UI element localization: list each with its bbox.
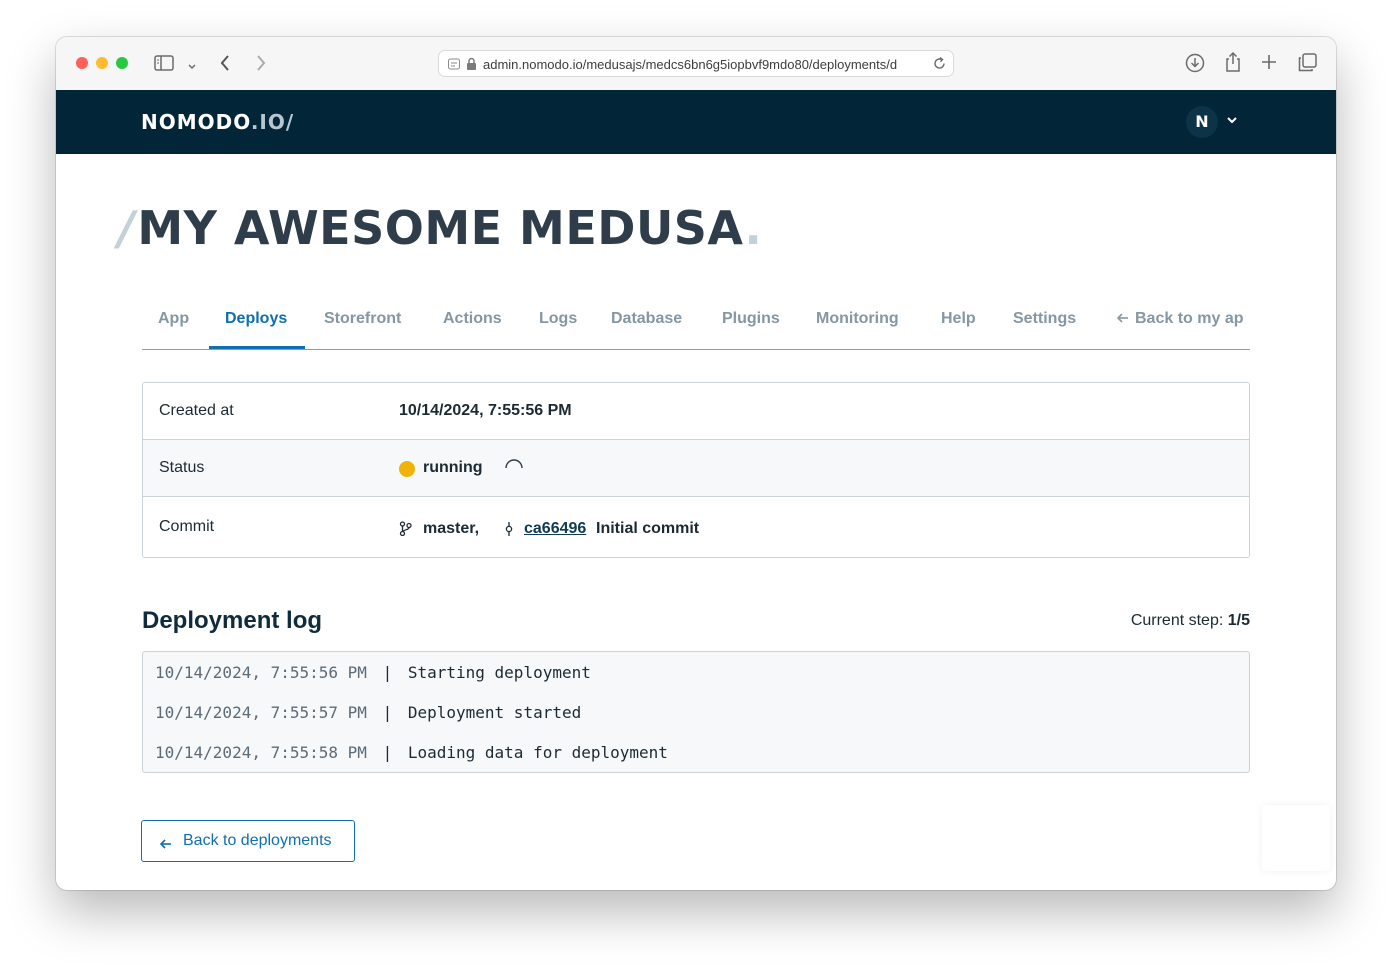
commit-row: Commit master, ca66496 Initial commit [143, 497, 1249, 557]
avatar[interactable]: N [1186, 106, 1218, 138]
new-tab-icon[interactable] [1261, 54, 1277, 75]
commit-label: Commit [159, 518, 215, 535]
log-line: 10/14/2024, 7:55:57 PM | Deployment star… [155, 703, 581, 722]
arrow-left-icon [1116, 310, 1129, 328]
current-step: Current step: 1/5 [1131, 612, 1250, 630]
browser-toolbar: admin.nomodo.io/medusajs/medcs6bn6g5iopb… [56, 37, 1336, 91]
download-icon[interactable] [1185, 53, 1205, 78]
tab-storefront[interactable]: Storefront [324, 310, 401, 328]
tab-back-to-apps[interactable]: Back to my ap [1116, 310, 1244, 328]
active-tab-indicator [209, 346, 305, 349]
log-timestamp: 10/14/2024, 7:55:57 PM [155, 703, 367, 722]
tab-monitoring[interactable]: Monitoring [816, 310, 899, 328]
chevron-down-icon[interactable] [1226, 112, 1238, 130]
log-separator: | [382, 663, 393, 682]
log-timestamp: 10/14/2024, 7:55:58 PM [155, 743, 367, 762]
deployment-log: 10/14/2024, 7:55:56 PM | Starting deploy… [142, 651, 1250, 773]
commit-icon [503, 521, 515, 542]
tab-settings[interactable]: Settings [1013, 310, 1076, 328]
floating-widget [1262, 805, 1330, 871]
status-dot [399, 461, 415, 477]
minimize-window-button[interactable] [96, 57, 108, 69]
branch-icon [399, 521, 412, 541]
deployment-details: Created at 10/14/2024, 7:55:56 PM Status… [142, 382, 1250, 558]
chevron-down-icon[interactable] [187, 58, 197, 76]
created-at-row: Created at 10/14/2024, 7:55:56 PM [143, 383, 1249, 440]
current-step-value: 1/5 [1227, 612, 1250, 629]
current-step-label: Current step: [1130, 612, 1224, 629]
tab-app[interactable]: App [158, 310, 189, 328]
loading-spinner-icon [503, 457, 525, 484]
tab-overview-icon[interactable] [1298, 53, 1317, 77]
log-separator: | [382, 743, 393, 762]
browser-window: admin.nomodo.io/medusajs/medcs6bn6g5iopb… [56, 37, 1336, 890]
forward-nav-icon[interactable] [255, 54, 267, 77]
log-separator: | [382, 703, 393, 722]
back-to-deployments-label: Back to deployments [183, 832, 332, 849]
tab-database[interactable]: Database [611, 310, 682, 328]
app-tabs: App Deploys Storefront Actions Logs Data… [142, 292, 1250, 350]
page-settings-icon[interactable] [447, 57, 461, 76]
share-icon[interactable] [1224, 51, 1242, 78]
url-text: admin.nomodo.io/medusajs/medcs6bn6g5iopb… [483, 57, 898, 72]
maximize-window-button[interactable] [116, 57, 128, 69]
reload-icon[interactable] [932, 56, 947, 76]
sidebar-toggle-icon[interactable] [154, 55, 174, 76]
commit-hash-link[interactable]: ca66496 [524, 520, 586, 538]
log-message: Loading data for deployment [407, 743, 668, 762]
close-window-button[interactable] [76, 57, 88, 69]
log-message: Deployment started [407, 703, 582, 722]
log-line: 10/14/2024, 7:55:58 PM | Loading data fo… [155, 743, 668, 762]
status-value: running [423, 459, 483, 476]
arrow-left-icon [159, 836, 172, 854]
log-timestamp: 10/14/2024, 7:55:56 PM [155, 663, 367, 682]
deployment-log-title: Deployment log [142, 607, 323, 634]
log-line: 10/14/2024, 7:55:56 PM | Starting deploy… [155, 663, 591, 682]
log-message: Starting deployment [407, 663, 591, 682]
created-at-label: Created at [159, 402, 234, 419]
back-nav-icon[interactable] [219, 54, 231, 77]
created-at-value: 10/14/2024, 7:55:56 PM [399, 402, 572, 419]
status-label: Status [159, 459, 205, 476]
tab-help[interactable]: Help [941, 310, 976, 328]
tab-back-to-apps-label: Back to my ap [1135, 310, 1244, 327]
address-bar[interactable]: admin.nomodo.io/medusajs/medcs6bn6g5iopb… [438, 50, 954, 77]
nomodo-logo[interactable]: NOMODO.IO/ [141, 110, 294, 134]
back-to-deployments-button[interactable]: Back to deployments [141, 820, 355, 862]
page-title: /MY AWESOME MEDUSA. [118, 201, 763, 255]
commit-message: Initial commit [596, 520, 700, 537]
tab-plugins[interactable]: Plugins [722, 310, 780, 328]
tab-logs[interactable]: Logs [539, 310, 577, 328]
tab-deploys[interactable]: Deploys [225, 310, 287, 328]
app-header: NOMODO.IO/ N [56, 90, 1336, 154]
status-row: Status running [143, 440, 1249, 497]
commit-branch: master, [423, 520, 480, 537]
tab-actions[interactable]: Actions [443, 310, 502, 328]
lock-icon [466, 57, 477, 76]
